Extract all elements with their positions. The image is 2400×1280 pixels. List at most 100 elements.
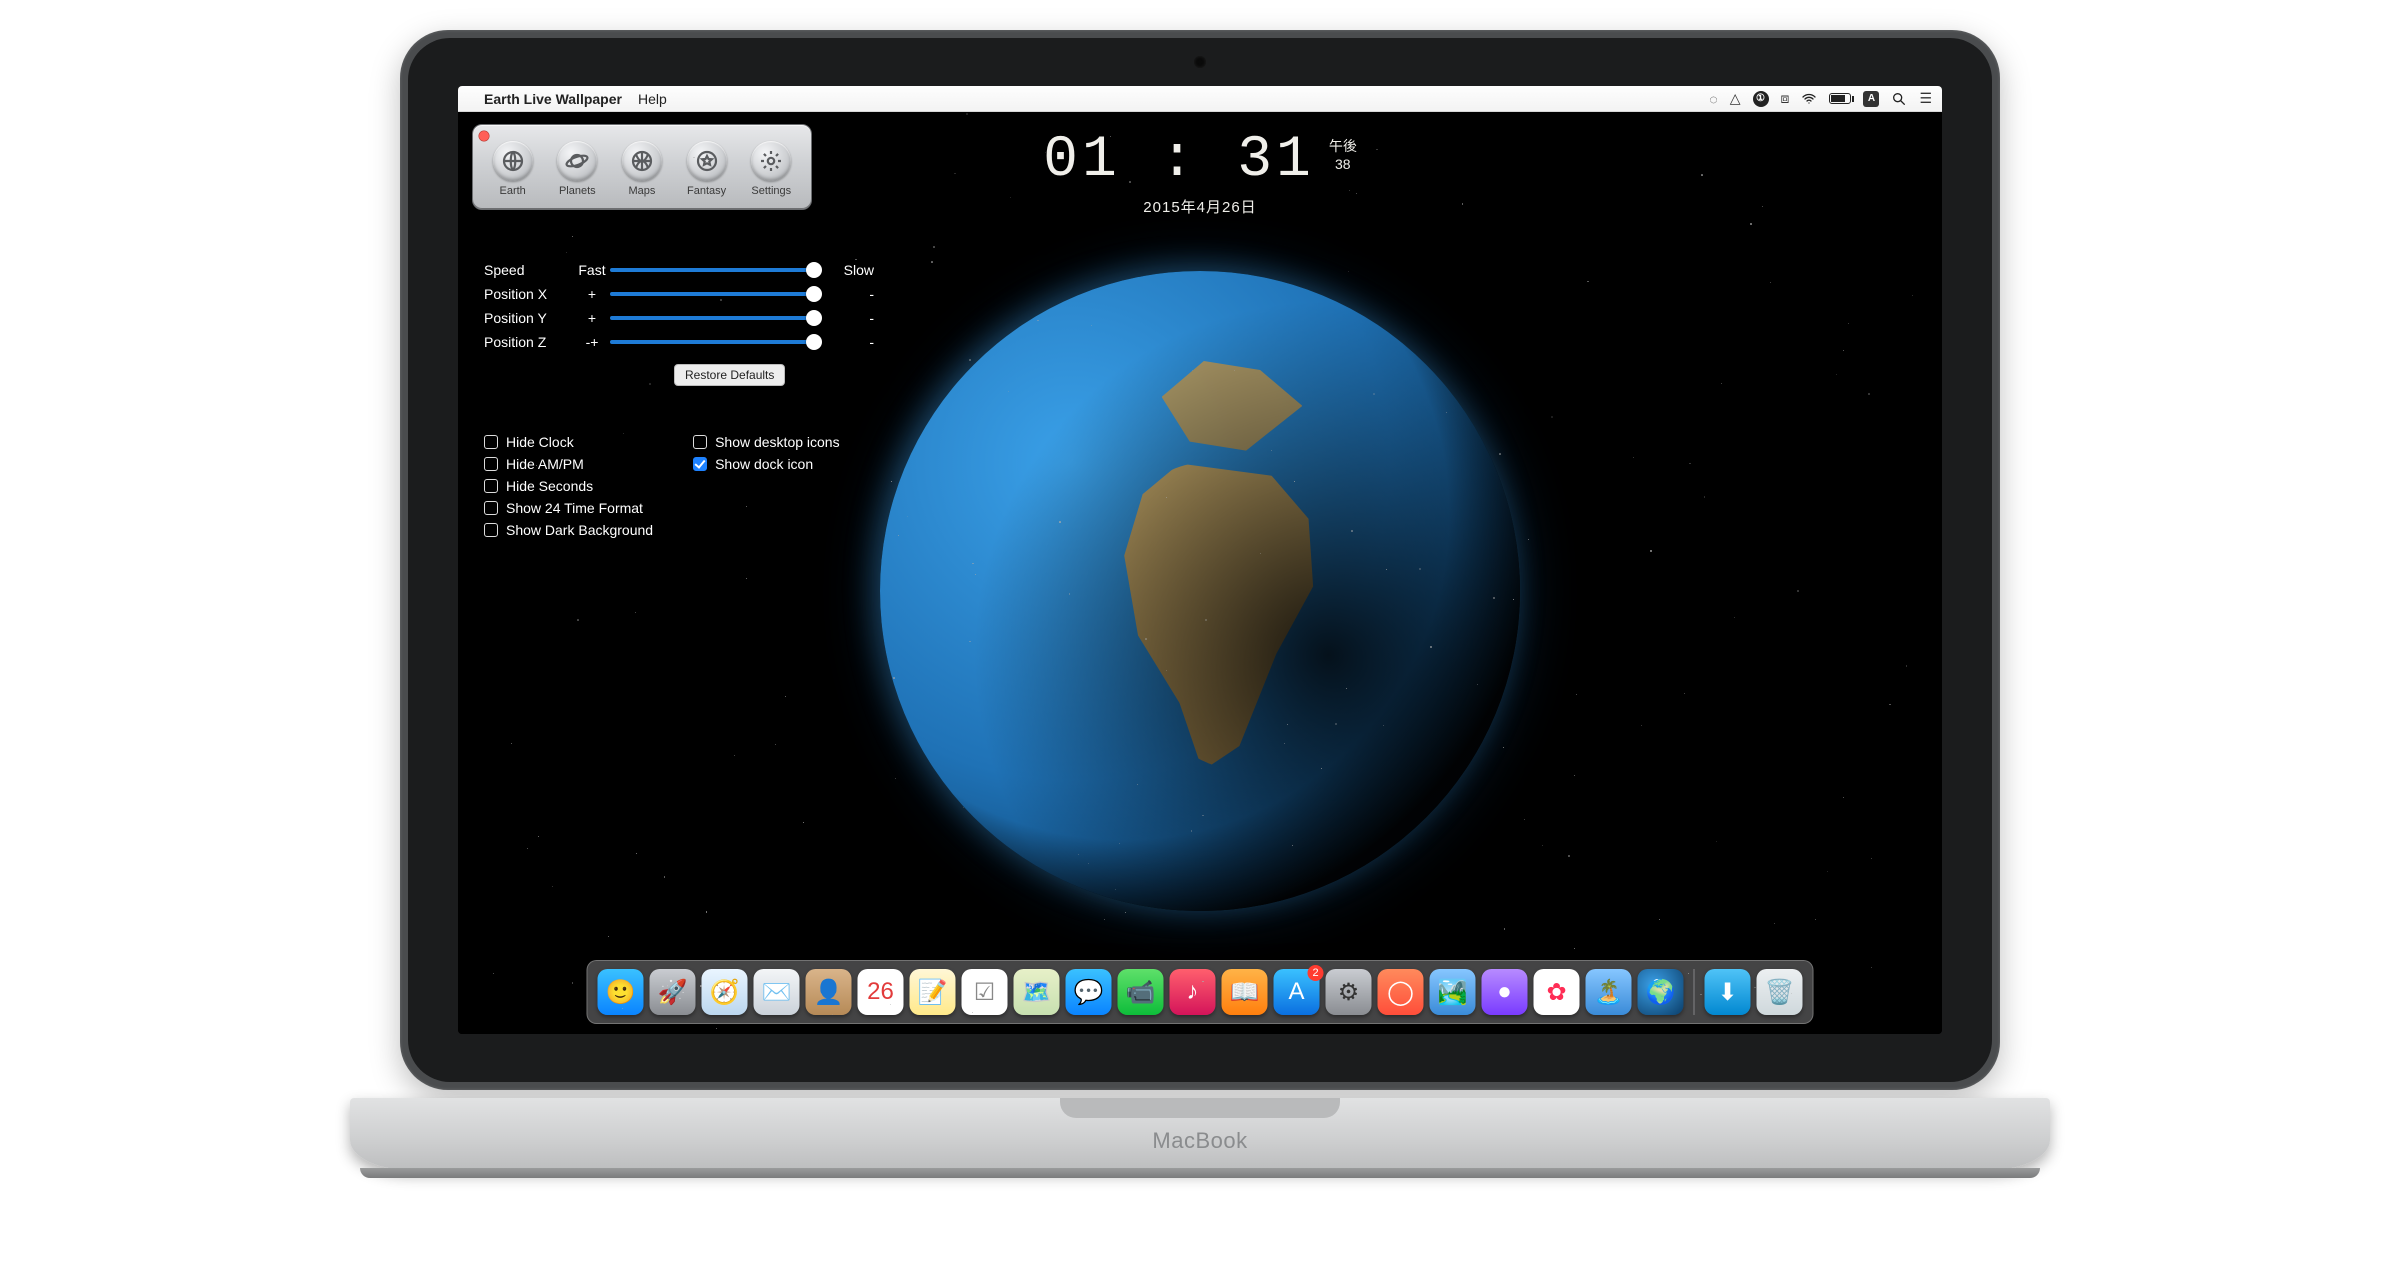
dock-itunes-icon[interactable]: ♪ (1170, 969, 1216, 1015)
slider-speed[interactable] (610, 268, 814, 272)
dock-notes-icon[interactable]: 📝 (910, 969, 956, 1015)
clock-hud: 01 : 31 午後 38 2015年4月26日 (1043, 132, 1357, 217)
toolbar-label: Fantasy (678, 185, 736, 197)
checkbox-row[interactable]: Hide Clock (484, 434, 653, 450)
slider-label: Position Z (484, 334, 574, 350)
macos-menubar: Earth Live Wallpaper Help ◌ △ ① ⧈ A ☰ (458, 86, 1942, 112)
clock-time: 01 : 31 (1043, 132, 1315, 190)
slider-left-label: + (574, 286, 610, 302)
checkbox[interactable] (484, 501, 498, 515)
slider-position z[interactable] (610, 340, 814, 344)
app-menu[interactable]: Earth Live Wallpaper (484, 91, 622, 107)
toolbar-label: Planets (548, 185, 606, 197)
planet-rings-icon (557, 141, 597, 181)
globe-grid-icon (622, 141, 662, 181)
slider-left-label: Fast (574, 262, 610, 278)
dock-system-preferences-icon[interactable]: ⚙︎ (1326, 969, 1372, 1015)
toolbar-earth-button[interactable]: Earth (484, 141, 542, 197)
dock-ibooks-icon[interactable]: 📖 (1222, 969, 1268, 1015)
notification-center-icon[interactable]: ☰ (1919, 90, 1932, 107)
google-drive-icon[interactable]: △ (1730, 90, 1741, 107)
slider-knob[interactable] (806, 334, 822, 350)
dock-maps-icon[interactable]: 🗺️ (1014, 969, 1060, 1015)
dock-finder-icon[interactable]: 🙂 (598, 969, 644, 1015)
checkbox-row[interactable]: Show desktop icons (693, 434, 840, 450)
help-menu[interactable]: Help (638, 91, 667, 107)
checkbox-row[interactable]: Hide Seconds (484, 478, 653, 494)
macbook-base: MacBook (350, 1098, 2050, 1170)
slider-right-label: - (814, 310, 874, 326)
toolbar-label: Settings (742, 185, 800, 197)
africa-landmass (1110, 463, 1340, 770)
cloud-sync-icon[interactable]: ◌ (1709, 91, 1717, 107)
battery-icon[interactable] (1829, 93, 1851, 104)
slider-position x[interactable] (610, 292, 814, 296)
dock-trash-icon[interactable]: 🗑️ (1757, 969, 1803, 1015)
dock-launchpad-icon[interactable]: 🚀 (650, 969, 696, 1015)
dock-messages-icon[interactable]: 💬 (1066, 969, 1112, 1015)
dock-downloads-icon[interactable]: ⬇︎ (1705, 969, 1751, 1015)
dock-mail-icon[interactable]: ✉️ (754, 969, 800, 1015)
dock-facetime-icon[interactable]: 📹 (1118, 969, 1164, 1015)
dropbox-icon[interactable]: ⧈ (1781, 90, 1790, 107)
dock-photos-icon[interactable]: ✿ (1534, 969, 1580, 1015)
checkbox-row[interactable]: Show 24 Time Format (484, 500, 653, 516)
slider-left-label: + (574, 310, 610, 326)
slider-label: Position Y (484, 310, 574, 326)
toolbar-label: Maps (613, 185, 671, 197)
checkbox[interactable] (484, 457, 498, 471)
dock-photos-old-icon[interactable]: 🏞️ (1430, 969, 1476, 1015)
checkbox-row[interactable]: Show dock icon (693, 456, 840, 472)
dock-safari-icon[interactable]: 🧭 (702, 969, 748, 1015)
dock-reminders-icon[interactable]: ☑︎ (962, 969, 1008, 1015)
toolbar-settings-button[interactable]: Settings (742, 141, 800, 197)
clock-ampm: 午後 (1329, 138, 1357, 156)
dock-separator (1694, 969, 1695, 1015)
dock-app-store-icon[interactable]: A2 (1274, 969, 1320, 1015)
app-toolbar[interactable]: Earth Planets Maps Fantasy Settings (472, 124, 812, 210)
clock-seconds: 38 (1329, 156, 1357, 174)
menubar-status-area: ◌ △ ① ⧈ A ☰ (1709, 90, 1932, 107)
dock-preview-icon[interactable]: 🏝️ (1586, 969, 1632, 1015)
dock-contacts-icon[interactable]: 👤 (806, 969, 852, 1015)
macbook-feet (360, 1168, 2040, 1178)
gear-icon (751, 141, 791, 181)
dock-app2-icon[interactable]: ● (1482, 969, 1528, 1015)
toolbar-maps-button[interactable]: Maps (613, 141, 671, 197)
slider-knob[interactable] (806, 310, 822, 326)
toolbar-planets-button[interactable]: Planets (548, 141, 606, 197)
checkbox[interactable] (484, 479, 498, 493)
slider-knob[interactable] (806, 286, 822, 302)
window-close-button[interactable] (479, 131, 489, 141)
restore-defaults-button[interactable]: Restore Defaults (674, 364, 785, 386)
checkbox-row[interactable]: Hide AM/PM (484, 456, 653, 472)
spotlight-icon[interactable] (1891, 91, 1907, 107)
toolbar-fantasy-button[interactable]: Fantasy (678, 141, 736, 197)
macbook-bezel: Earth Live Wallpaper Help ◌ △ ① ⧈ A ☰ (408, 38, 1992, 1082)
1password-icon[interactable]: ① (1753, 91, 1769, 107)
checkbox[interactable] (693, 435, 707, 449)
dock-calendar-icon[interactable]: 26 (858, 969, 904, 1015)
slider-position y[interactable] (610, 316, 814, 320)
dock-earth-live-icon[interactable]: 🌍 (1638, 969, 1684, 1015)
europe-landmass (1162, 361, 1303, 451)
checkbox-label: Hide Seconds (506, 478, 593, 494)
checkbox-label: Hide Clock (506, 434, 574, 450)
checkbox[interactable] (484, 435, 498, 449)
checkbox-label: Show Dark Background (506, 522, 653, 538)
screen: Earth Live Wallpaper Help ◌ △ ① ⧈ A ☰ (458, 86, 1942, 1034)
macos-dock: 🙂🚀🧭✉️👤26📝☑︎🗺️💬📹♪📖A2⚙︎◯🏞️●✿🏝️🌍 ⬇︎🗑️ (587, 960, 1814, 1024)
checkbox-row[interactable]: Show Dark Background (484, 522, 653, 538)
settings-panel: SpeedFastSlowPosition X+-Position Y+-Pos… (484, 262, 874, 544)
slider-knob[interactable] (806, 262, 822, 278)
ime-icon[interactable]: A (1863, 91, 1879, 107)
globe-lines-icon (493, 141, 533, 181)
checkbox[interactable] (484, 523, 498, 537)
camera-icon (1194, 56, 1206, 68)
checkbox[interactable] (693, 457, 707, 471)
macbook-lid: Earth Live Wallpaper Help ◌ △ ① ⧈ A ☰ (400, 30, 2000, 1090)
toolbar-label: Earth (484, 185, 542, 197)
wifi-icon[interactable] (1801, 91, 1817, 107)
dock-app1-icon[interactable]: ◯ (1378, 969, 1424, 1015)
star-circle-icon (687, 141, 727, 181)
